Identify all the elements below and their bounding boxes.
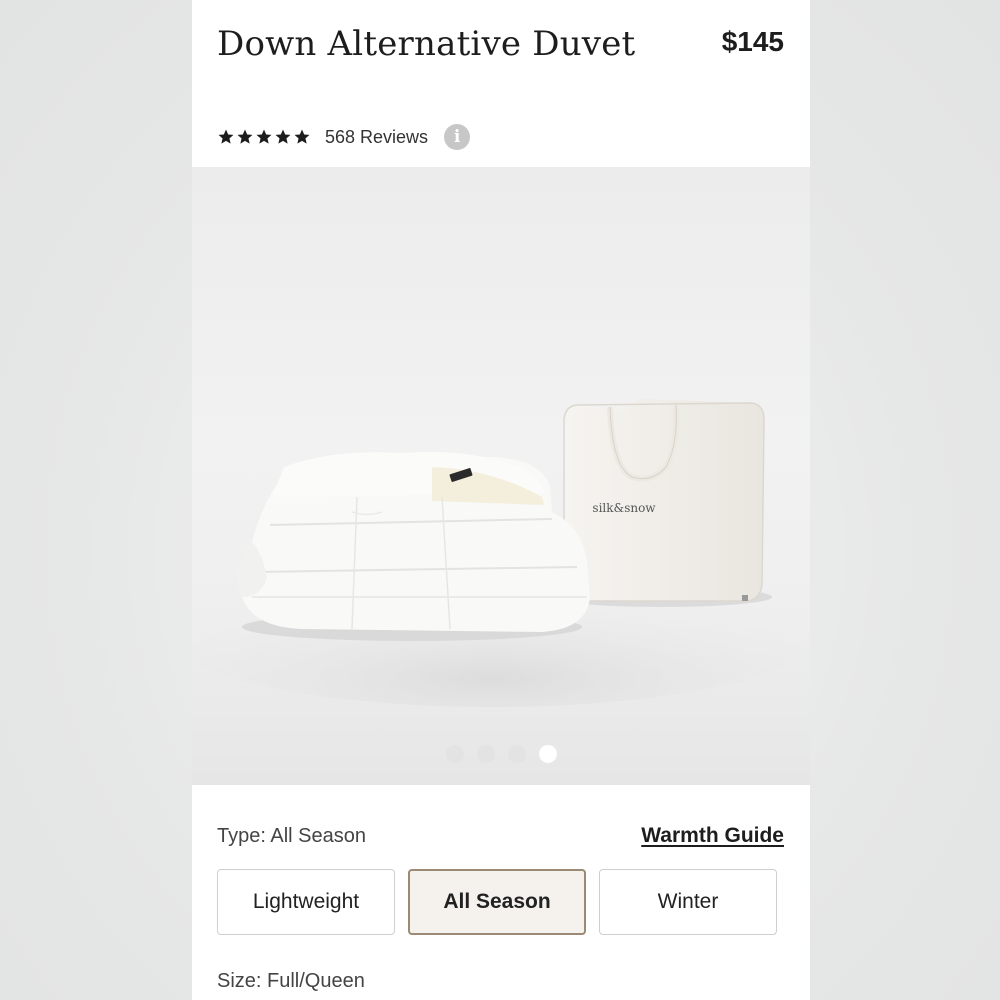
star-icon (237, 129, 253, 144)
product-image-carousel[interactable]: silk&snow (192, 167, 810, 785)
rating-row[interactable]: 568 Reviews i (217, 122, 471, 152)
star-rating (217, 128, 311, 146)
star-icon (256, 129, 272, 144)
type-label: Type: All Season (217, 824, 366, 847)
size-label: Size: Full/Queen (217, 970, 365, 992)
star-icon (218, 129, 234, 144)
folded-duvet (238, 451, 590, 632)
carousel-dot[interactable] (445, 745, 464, 763)
carousel-dot-active[interactable] (538, 745, 557, 763)
carousel-dot[interactable] (507, 745, 526, 763)
star-icon (294, 129, 310, 144)
product-price: $145 (721, 26, 784, 57)
duvet-product-image: silk&snow (192, 399, 810, 707)
type-option-lightweight[interactable]: Lightweight (217, 869, 395, 935)
warmth-guide-link[interactable]: Warmth Guide (641, 824, 784, 848)
carousel-dot[interactable] (476, 745, 495, 763)
type-header: Type: All Season Warmth Guide (217, 824, 784, 848)
info-icon[interactable]: i (444, 124, 471, 150)
star-icon (275, 129, 291, 144)
type-options: Lightweight All Season Winter (217, 869, 777, 935)
type-option-all-season[interactable]: All Season (408, 869, 586, 935)
product-panel: Down Alternative Duvet $145 568 Reviews … (192, 0, 810, 1000)
type-option-winter[interactable]: Winter (599, 869, 777, 935)
storage-bag: silk&snow (563, 399, 765, 602)
product-title: Down Alternative Duvet (217, 24, 636, 64)
carousel-indicators (192, 745, 810, 763)
reviews-count-link[interactable]: 568 Reviews (325, 127, 428, 148)
svg-text:silk&snow: silk&snow (592, 501, 656, 515)
